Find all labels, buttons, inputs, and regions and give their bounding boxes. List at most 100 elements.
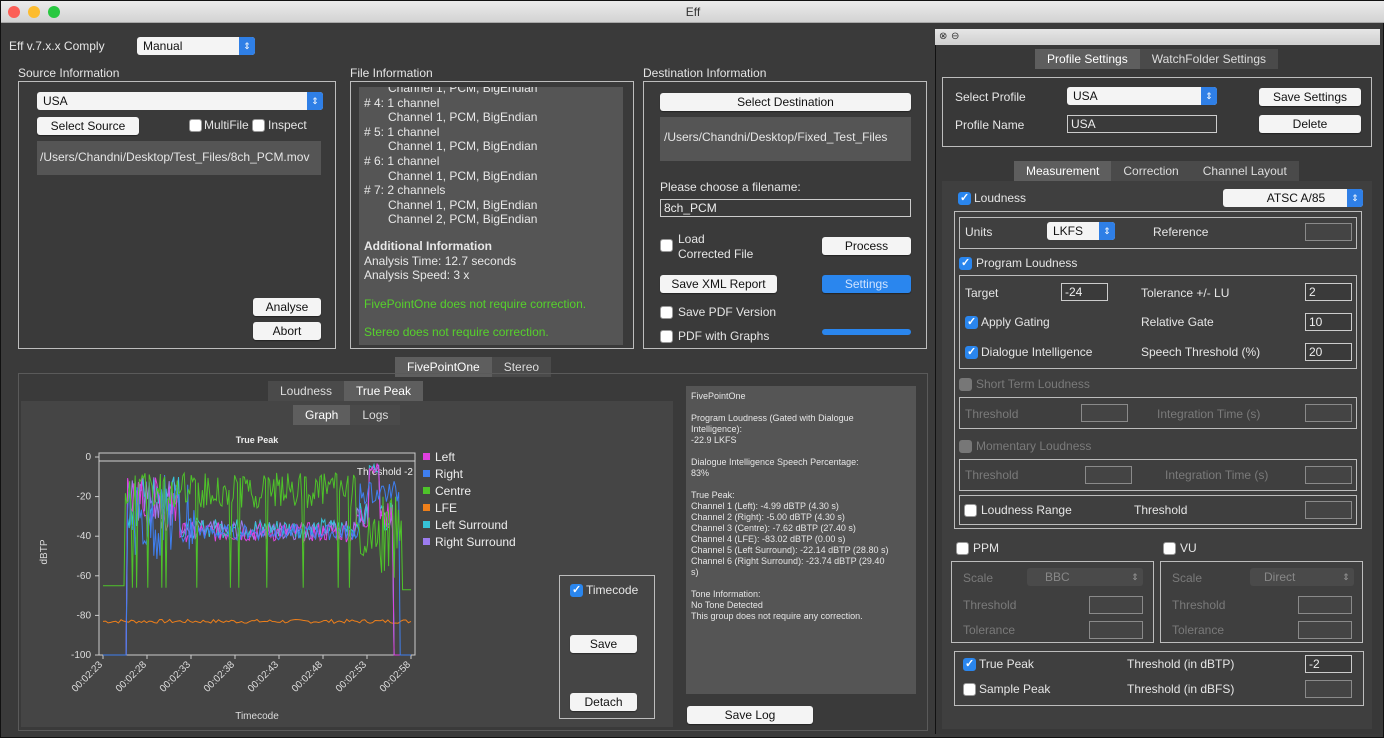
- true-peak-checkbox[interactable]: [963, 657, 976, 671]
- y-tick-label: -100: [71, 650, 91, 661]
- mode-select[interactable]: Manual ⇕: [137, 37, 255, 55]
- timecode-checkbox[interactable]: [570, 583, 583, 597]
- log-text: FivePointOne Program Loudness (Gated wit…: [691, 391, 854, 434]
- legend-swatch: [423, 470, 430, 477]
- true-peak-threshold-input[interactable]: -2: [1305, 655, 1352, 673]
- close-icon[interactable]: [8, 6, 20, 18]
- analyse-button[interactable]: Analyse: [253, 298, 321, 316]
- tab-correction[interactable]: Correction: [1111, 161, 1191, 181]
- save-settings-button[interactable]: Save Settings: [1259, 88, 1361, 106]
- file-line: # 7: 2 channels: [364, 183, 446, 198]
- sample-peak-checkbox[interactable]: [963, 683, 976, 696]
- pdf-graphs-checkbox[interactable]: [660, 330, 673, 343]
- apply-gating-checkbox[interactable]: [965, 315, 978, 329]
- tab-graph[interactable]: Graph: [293, 405, 351, 425]
- save-log-button[interactable]: Save Log: [687, 706, 813, 724]
- close-icon[interactable]: ⊗: [939, 31, 947, 42]
- short-term-checkbox[interactable]: [959, 378, 972, 391]
- settings-button[interactable]: Settings: [822, 275, 911, 293]
- corrected-file-label: Corrected File: [678, 247, 754, 261]
- pdf-graphs-label: PDF with Graphs: [678, 329, 770, 343]
- standard-select[interactable]: ATSC A/85 ⇕: [1223, 189, 1363, 207]
- vu-scale-select[interactable]: Direct ⇕: [1250, 568, 1354, 586]
- reference-input[interactable]: [1305, 223, 1352, 241]
- multifile-checkbox[interactable]: [189, 119, 202, 132]
- minimize-icon[interactable]: ⊖: [951, 31, 959, 42]
- delete-button[interactable]: Delete: [1259, 115, 1361, 133]
- filename-input[interactable]: 8ch_PCM: [660, 199, 911, 217]
- momentary-integration-label: Integration Time (s): [1165, 468, 1269, 482]
- units-select[interactable]: LKFS ⇕: [1047, 222, 1115, 240]
- legend-label: Left: [435, 450, 456, 464]
- file-line: Channel 1, PCM, BigEndian: [388, 197, 538, 212]
- save-graph-button[interactable]: Save: [570, 635, 637, 653]
- select-source-button[interactable]: Select Source: [37, 117, 139, 135]
- process-button[interactable]: Process: [822, 237, 911, 255]
- vu-threshold-input[interactable]: [1298, 596, 1352, 614]
- country-value: USA: [43, 94, 68, 108]
- ppm-tolerance-label: Tolerance: [963, 623, 1016, 637]
- loudness-range-checkbox[interactable]: [964, 504, 977, 517]
- log-lkfs: -22.9 LKFS: [691, 435, 737, 445]
- vu-tolerance-input[interactable]: [1298, 621, 1352, 639]
- standard-value: ATSC A/85: [1266, 191, 1326, 205]
- ppm-threshold-input[interactable]: [1089, 596, 1143, 614]
- zoom-icon[interactable]: [48, 6, 60, 18]
- legend-swatch: [423, 453, 430, 460]
- tab-profile-settings[interactable]: Profile Settings: [1035, 49, 1140, 69]
- minimize-icon[interactable]: [28, 6, 40, 18]
- ppm-scale-select[interactable]: BBC ⇕: [1027, 568, 1143, 586]
- country-select[interactable]: USA ⇕: [37, 92, 323, 110]
- target-label: Target: [965, 286, 999, 300]
- file-info-panel: Channel 1, PCM, BigEndian # 4: 1 channel…: [359, 87, 623, 345]
- vu-label: VU: [1180, 541, 1197, 555]
- ppm-scale-value: BBC: [1045, 570, 1070, 584]
- legend-swatch: [423, 504, 430, 511]
- tab-measurement[interactable]: Measurement: [1014, 161, 1112, 181]
- mode-value: Manual: [143, 39, 183, 53]
- tab-true-peak[interactable]: True Peak: [344, 381, 423, 401]
- relative-gate-input[interactable]: 10: [1305, 313, 1352, 331]
- legend-swatch: [423, 521, 430, 528]
- ppm-label: PPM: [973, 541, 1000, 555]
- profile-name-input[interactable]: USA: [1067, 115, 1217, 133]
- sample-peak-threshold-input[interactable]: [1305, 680, 1352, 698]
- short-term-threshold-label: Threshold: [965, 407, 1019, 421]
- chevron-updown-icon: ⇕: [239, 37, 255, 55]
- loudness-checkbox[interactable]: [958, 191, 971, 205]
- load-corrected-checkbox[interactable]: [660, 239, 673, 252]
- destination-title: Destination Information: [643, 66, 767, 80]
- momentary-threshold-input[interactable]: [1085, 466, 1132, 484]
- tab-channel-layout[interactable]: Channel Layout: [1190, 161, 1299, 181]
- loudness-range-threshold-label: Threshold: [1134, 503, 1188, 517]
- chevron-updown-icon: ⇕: [1201, 87, 1217, 105]
- legend-swatch: [423, 487, 430, 494]
- ppm-tolerance-input[interactable]: [1089, 621, 1143, 639]
- save-xml-button[interactable]: Save XML Report: [660, 275, 777, 293]
- speech-threshold-input[interactable]: 20: [1305, 343, 1352, 361]
- short-term-integration-input[interactable]: [1305, 404, 1352, 422]
- select-destination-button[interactable]: Select Destination: [660, 93, 911, 111]
- tab-logs[interactable]: Logs: [350, 405, 401, 425]
- profile-select[interactable]: USA ⇕: [1067, 87, 1217, 105]
- program-loudness-checkbox[interactable]: [959, 256, 972, 270]
- short-term-threshold-input[interactable]: [1081, 404, 1128, 422]
- dialogue-intelligence-checkbox[interactable]: [965, 345, 978, 359]
- ppm-checkbox[interactable]: [956, 542, 969, 555]
- vu-checkbox[interactable]: [1163, 542, 1176, 555]
- tab-loudness[interactable]: Loudness: [268, 381, 345, 401]
- tolerance-input[interactable]: 2: [1305, 283, 1352, 301]
- tab-watchfolder-settings[interactable]: WatchFolder Settings: [1139, 49, 1278, 69]
- save-pdf-checkbox[interactable]: [660, 306, 673, 319]
- dialogue-intelligence-label: Dialogue Intelligence: [981, 345, 1093, 359]
- detach-button[interactable]: Detach: [570, 693, 637, 711]
- title-bar: Eff: [1, 1, 1384, 23]
- momentary-checkbox[interactable]: [959, 440, 972, 453]
- momentary-integration-input[interactable]: [1305, 466, 1352, 484]
- inspect-checkbox[interactable]: [252, 119, 265, 132]
- loudness-range-threshold-input[interactable]: [1305, 501, 1352, 519]
- choose-filename-label: Please choose a filename:: [660, 180, 801, 194]
- destination-path: /Users/Chandni/Desktop/Fixed_Test_Files: [664, 130, 888, 144]
- target-input[interactable]: -24: [1061, 283, 1108, 301]
- abort-button[interactable]: Abort: [253, 322, 321, 340]
